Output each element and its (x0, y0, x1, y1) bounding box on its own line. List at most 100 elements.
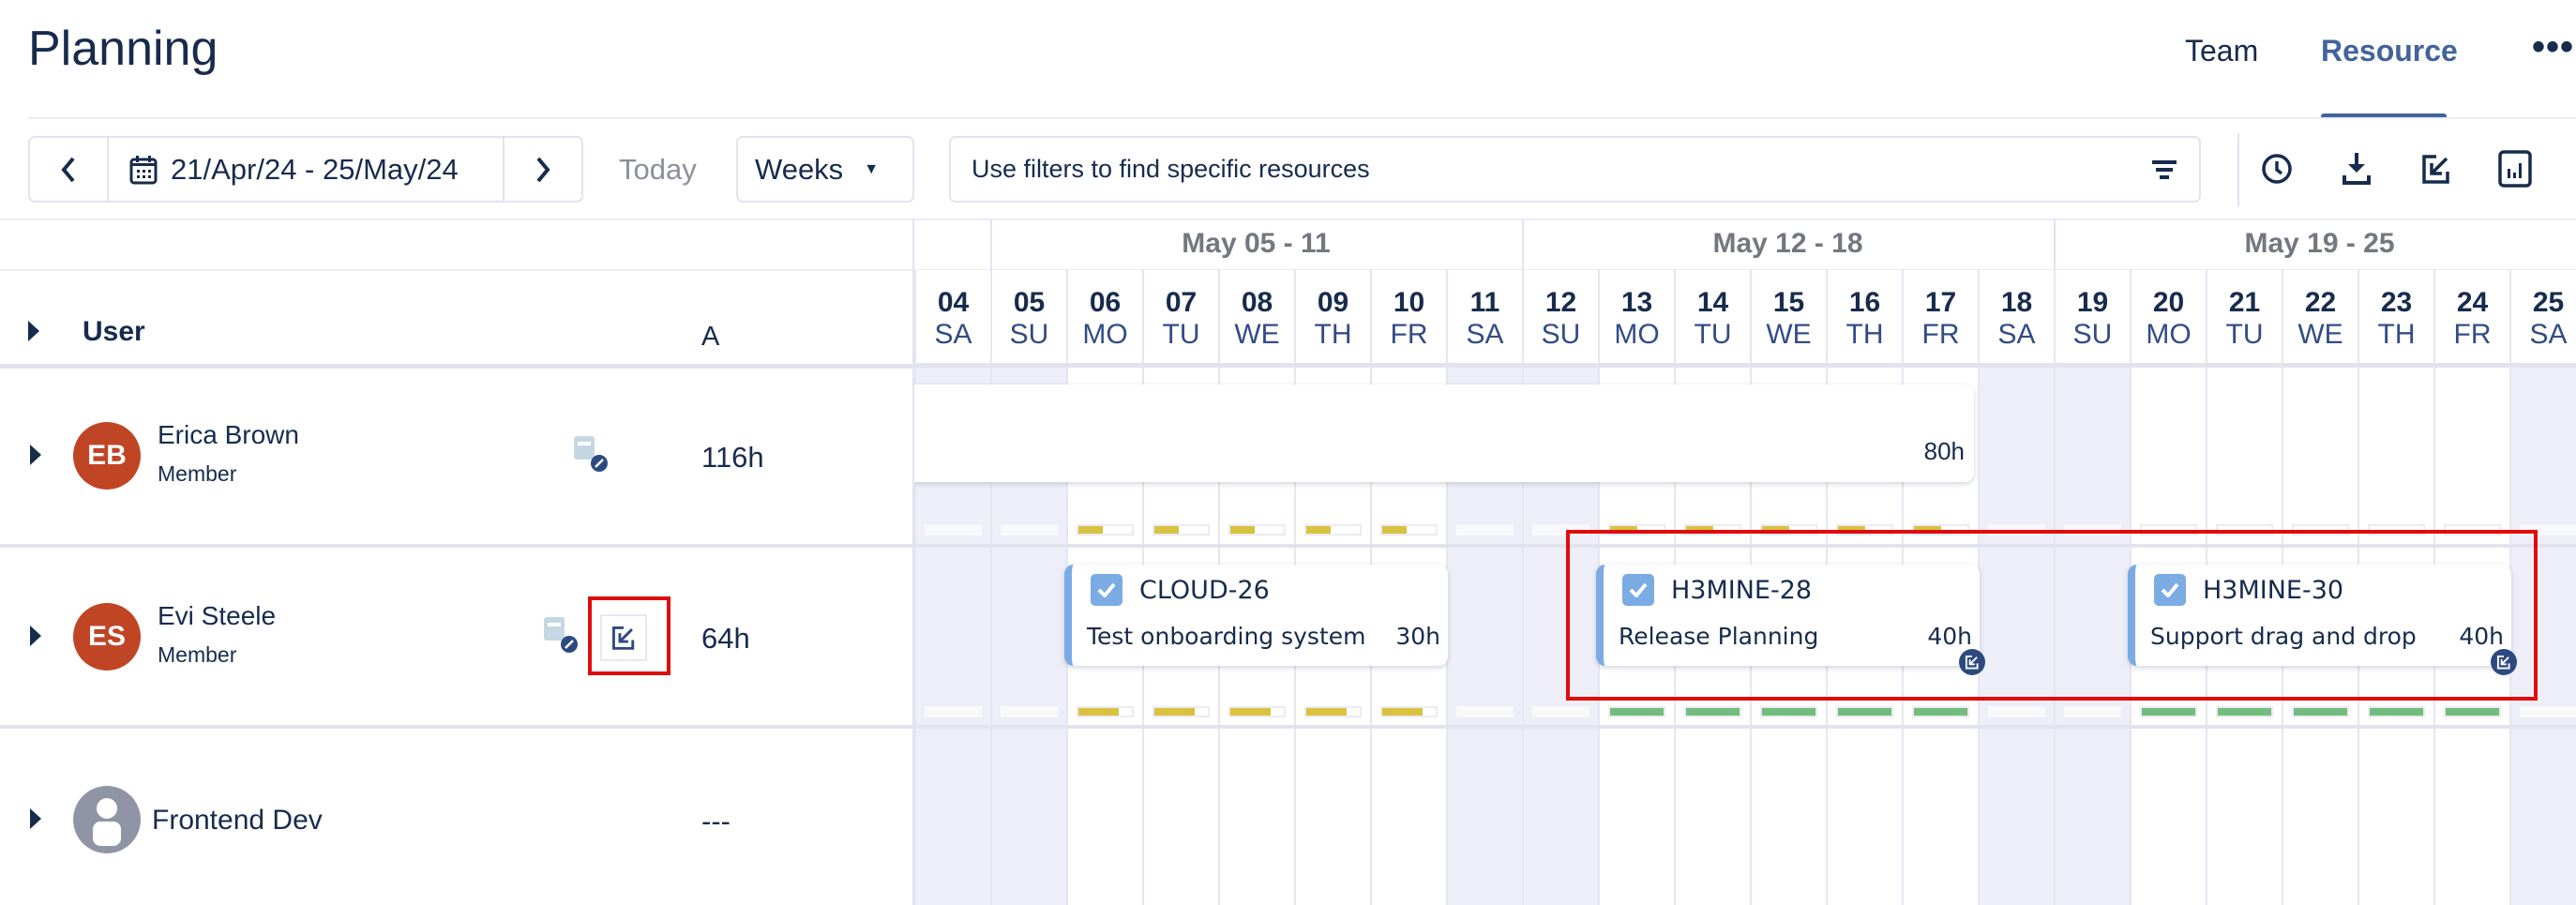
day-header[interactable]: 20 MO (2130, 270, 2206, 364)
capacity-bar[interactable] (1608, 706, 1665, 717)
user-row[interactable]: ES Evi Steele Member 64h (0, 549, 914, 727)
capacity-bar[interactable] (1836, 706, 1893, 717)
task-key[interactable]: H3MINE-28 (1622, 574, 1812, 606)
day-header[interactable]: 23 TH (2358, 270, 2433, 364)
report-button[interactable] (2494, 148, 2536, 189)
expand-row-toggle[interactable] (30, 808, 41, 829)
capacity-bar[interactable] (1684, 524, 1741, 535)
capacity-bar[interactable] (1304, 524, 1362, 535)
day-header[interactable]: 09 TH (1294, 270, 1370, 364)
day-header[interactable]: 11 SA (1446, 270, 1522, 364)
capacity-bar[interactable] (1760, 706, 1817, 717)
capacity-bar[interactable] (2140, 524, 2197, 535)
capacity-bar[interactable] (1077, 706, 1134, 717)
capacity-bar[interactable] (2520, 524, 2576, 535)
no-calendar-icon[interactable] (544, 617, 580, 655)
user-name[interactable]: Erica Brown (158, 420, 299, 450)
day-header[interactable]: 22 WE (2282, 270, 2358, 364)
capacity-bar[interactable] (2444, 524, 2501, 535)
assign-task-button[interactable] (600, 614, 647, 661)
capacity-bar[interactable] (1456, 524, 1514, 535)
capacity-bar[interactable] (1912, 524, 1969, 535)
capacity-bar[interactable] (1001, 524, 1058, 535)
capacity-bar[interactable] (1228, 706, 1286, 717)
tab-resource[interactable]: Resource (2321, 34, 2458, 68)
day-header[interactable]: 07 TU (1142, 270, 1218, 364)
task-key[interactable]: CLOUD-26 (1091, 574, 1270, 606)
allocation-summary-card[interactable]: 80h (914, 385, 1974, 482)
capacity-bar[interactable] (1304, 706, 1362, 717)
capacity-bar[interactable] (1532, 524, 1589, 535)
download-button[interactable] (2336, 148, 2377, 189)
capacity-bar[interactable] (1456, 706, 1514, 717)
user-name[interactable]: Evi Steele (158, 601, 276, 631)
capacity-bar[interactable] (1077, 524, 1134, 535)
day-header[interactable]: 16 TH (1826, 270, 1902, 364)
next-period-button[interactable] (505, 138, 581, 201)
capacity-bar[interactable] (2064, 524, 2121, 535)
assign-badge-icon[interactable] (2491, 649, 2517, 675)
day-header[interactable]: 05 SU (990, 270, 1066, 364)
day-header[interactable]: 24 FR (2433, 270, 2509, 364)
capacity-bar[interactable] (925, 706, 982, 717)
day-header[interactable]: 25 SA (2509, 270, 2576, 364)
capacity-bar[interactable] (1380, 706, 1438, 717)
capacity-bar[interactable] (2216, 706, 2273, 717)
column-header-user[interactable]: User (83, 316, 145, 348)
tab-team[interactable]: Team (2185, 34, 2258, 68)
date-range-picker[interactable]: 21/Apr/24 - 25/May/24 (107, 138, 505, 201)
expand-row-toggle[interactable] (30, 626, 41, 646)
capacity-bar[interactable] (2368, 706, 2425, 717)
task-card[interactable]: H3MINE-28 Release Planning 40h (1596, 565, 1985, 675)
capacity-bar[interactable] (1380, 524, 1438, 535)
expand-all-toggle[interactable] (28, 321, 39, 341)
capacity-bar[interactable] (1228, 524, 1286, 535)
capacity-bar[interactable] (2444, 706, 2501, 717)
more-horizontal-icon[interactable]: ••• (2532, 26, 2574, 68)
capacity-bar[interactable] (1836, 524, 1893, 535)
task-card[interactable]: CLOUD-26 Test onboarding system 30h (1064, 565, 1448, 666)
capacity-bar[interactable] (1912, 706, 1969, 717)
capacity-bar[interactable] (1760, 524, 1817, 535)
capacity-bar[interactable] (1532, 706, 1589, 717)
day-header[interactable]: 04 SA (914, 270, 990, 364)
task-key[interactable]: H3MINE-30 (2154, 574, 2343, 606)
capacity-bar[interactable] (2520, 706, 2576, 717)
day-header[interactable]: 14 TU (1674, 270, 1750, 364)
capacity-bar[interactable] (1988, 706, 2045, 717)
day-header[interactable]: 08 WE (1218, 270, 1294, 364)
filter-icon[interactable] (2152, 158, 2177, 181)
today-button[interactable]: Today (619, 153, 697, 187)
day-header[interactable]: 18 SA (1978, 270, 2054, 364)
capacity-bar[interactable] (2292, 706, 2349, 717)
capacity-bar[interactable] (1684, 706, 1741, 717)
day-header[interactable]: 13 MO (1598, 270, 1674, 364)
capacity-bar[interactable] (1152, 524, 1210, 535)
day-header[interactable]: 17 FR (1902, 270, 1978, 364)
day-header[interactable]: 19 SU (2054, 270, 2130, 364)
capacity-bar[interactable] (2140, 706, 2197, 717)
previous-period-button[interactable] (30, 138, 107, 201)
day-header[interactable]: 21 TU (2206, 270, 2282, 364)
column-header-a[interactable]: A (701, 322, 719, 353)
capacity-bar[interactable] (1608, 524, 1665, 535)
task-card[interactable]: H3MINE-30 Support drag and drop 40h (2128, 565, 2517, 675)
capacity-bar[interactable] (2064, 706, 2121, 717)
capacity-bar[interactable] (1988, 524, 2045, 535)
assign-badge-icon[interactable] (1959, 649, 1985, 675)
day-header[interactable]: 12 SU (1522, 270, 1598, 364)
expand-row-toggle[interactable] (30, 445, 41, 465)
capacity-bar[interactable] (1152, 706, 1210, 717)
user-row[interactable]: EB Erica Brown Member 116h (0, 366, 914, 544)
view-mode-select[interactable]: Weeks ▼ (736, 136, 914, 203)
capacity-bar[interactable] (925, 524, 982, 535)
user-name[interactable]: Frontend Dev (152, 805, 323, 837)
resource-filter-input[interactable]: Use filters to find specific resources (949, 136, 2201, 203)
user-row[interactable]: Frontend Dev --- (0, 730, 914, 905)
day-header[interactable]: 15 WE (1750, 270, 1826, 364)
capacity-bar[interactable] (2292, 524, 2349, 535)
history-button[interactable] (2256, 148, 2297, 189)
capacity-bar[interactable] (1001, 706, 1058, 717)
day-header[interactable]: 10 FR (1370, 270, 1446, 364)
capacity-bar[interactable] (2368, 524, 2425, 535)
